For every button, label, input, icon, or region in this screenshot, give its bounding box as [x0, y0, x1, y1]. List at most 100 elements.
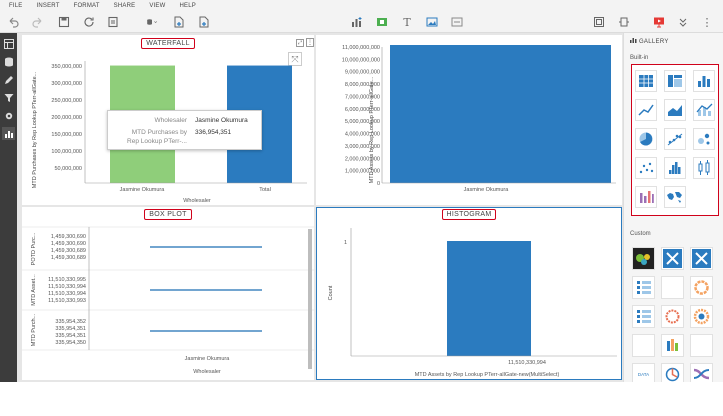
waterfall-icon[interactable]	[635, 186, 657, 208]
insert-chart-icon[interactable]	[350, 15, 364, 29]
insert-html-icon[interactable]	[450, 15, 464, 29]
present-icon[interactable]	[652, 15, 666, 29]
network-alt-icon[interactable]	[690, 247, 713, 270]
row-label: MTD Asset...	[31, 274, 37, 306]
pie-chart-icon[interactable]	[635, 128, 657, 150]
gear-icon[interactable]	[2, 109, 15, 122]
histogram-bar[interactable]	[447, 241, 531, 356]
menu-share[interactable]: SHARE	[114, 3, 136, 9]
row-value: 335,954,350	[55, 340, 86, 346]
row-value: 1,459,300,689	[51, 255, 86, 261]
row-value: 1,459,300,690	[51, 234, 86, 240]
waterfall-panel[interactable]: WATERFALL ⤢ ⋮ ⤧ MTD Purchases by Rep Loo…	[22, 35, 314, 205]
collapse-icon[interactable]	[676, 15, 690, 29]
insert-filter-icon[interactable]	[375, 15, 389, 29]
y-tick: 8,000,000,000	[345, 82, 380, 88]
scatter-icon[interactable]	[635, 157, 657, 179]
blank-alt-icon[interactable]	[632, 334, 655, 357]
tooltip-key: Rep Lookup PTerr-...	[127, 138, 187, 145]
row-label: MTD Purch...	[31, 313, 37, 346]
combo-chart-icon[interactable]	[693, 99, 715, 121]
sunburst-icon[interactable]	[690, 305, 713, 328]
layout-icon[interactable]	[592, 15, 606, 29]
assets-bar[interactable]	[390, 45, 611, 183]
redo-icon[interactable]	[31, 15, 45, 29]
y-tick: 250,000,000	[51, 98, 82, 104]
list-alt-icon[interactable]	[632, 305, 655, 328]
menu-help[interactable]: HELP	[179, 3, 195, 9]
assets-bar-panel[interactable]: MTD Assets by Rep Lookup PTerr-allGate..…	[316, 35, 622, 205]
builtin-label: Built-in	[630, 55, 649, 61]
row-value: 11,510,330,995	[48, 277, 86, 283]
gallery-title: GALLERY	[638, 39, 669, 45]
menu-file[interactable]: FILE	[9, 3, 22, 9]
heatmap-icon[interactable]	[632, 247, 655, 270]
x-tick: Jasmine Okumura	[464, 187, 510, 193]
y-tick: 9,000,000,000	[345, 70, 380, 76]
bubble-icon[interactable]	[693, 128, 715, 150]
database-icon[interactable]	[2, 55, 15, 68]
stacked-bar-icon[interactable]	[661, 334, 684, 357]
menu-format[interactable]: FORMAT	[74, 3, 100, 9]
insert-text-icon[interactable]: T	[400, 15, 414, 29]
menu-insert[interactable]: INSERT	[36, 3, 59, 9]
row-value: 335,954,351	[55, 333, 86, 339]
box-plot-panel[interactable]: BOX PLOT POTD Purc... 1,459,300,690 1,45…	[22, 207, 314, 380]
histogram-panel[interactable]: HISTOGRAM Count 1 11,510,330,994 MTD Ass…	[316, 207, 622, 380]
y-tick: 150,000,000	[51, 132, 82, 138]
save-icon[interactable]	[57, 15, 71, 29]
y-tick: 5,000,000,000	[345, 119, 380, 125]
histogram-ylabel: Count	[328, 285, 334, 300]
tooltip-value: 336,954,351	[195, 129, 232, 136]
blank-icon-2[interactable]	[690, 334, 713, 357]
row-value: 335,954,351	[55, 326, 86, 332]
tooltip-key: Wholesaler	[154, 117, 187, 124]
export-icon[interactable]	[106, 15, 120, 29]
menu-view[interactable]: VIEW	[149, 3, 165, 9]
y-tick: 6,000,000,000	[345, 107, 380, 113]
y-tick: 10,000,000,000	[342, 57, 380, 63]
filter-icon[interactable]	[2, 91, 15, 104]
network-icon[interactable]	[661, 247, 684, 270]
crosstab-icon[interactable]	[664, 70, 686, 92]
chart-gallery-icon[interactable]	[2, 127, 15, 140]
dashboard-canvas: WATERFALL ⤢ ⋮ ⤧ MTD Purchases by Rep Loo…	[17, 33, 623, 382]
y-tick: 7,000,000,000	[345, 94, 380, 100]
y-tick: 1,000,000,000	[345, 169, 380, 175]
map-icon[interactable]	[664, 186, 686, 208]
menu-bar: FILE INSERT FORMAT SHARE VIEW HELP	[0, 0, 723, 11]
pencil-icon[interactable]	[2, 73, 15, 86]
waterfall-ticks: 350,000,000 300,000,000 250,000,000 200,…	[51, 64, 82, 172]
ring-icon[interactable]	[661, 305, 684, 328]
histogram-icon[interactable]	[664, 157, 686, 179]
box-xlabel: Wholesaler	[193, 369, 221, 375]
waterfall-xlabel: Wholesaler	[183, 198, 211, 204]
assets-ylabel: MTD Assets by Rep Lookup PTerr-allGate..…	[369, 76, 375, 183]
scatter-line-icon[interactable]	[664, 128, 686, 150]
insert-image-icon[interactable]	[425, 15, 439, 29]
row-label: POTD Purc...	[31, 232, 37, 265]
box-plot-icon[interactable]	[693, 157, 715, 179]
refresh-icon[interactable]	[82, 15, 96, 29]
area-chart-icon[interactable]	[664, 99, 686, 121]
new-page-icon[interactable]	[172, 15, 186, 29]
custom-label: Custom	[630, 231, 651, 237]
undo-icon[interactable]	[6, 15, 20, 29]
grid-table-icon[interactable]	[635, 70, 657, 92]
gallery-header: GALLERY	[630, 37, 669, 45]
row-value: 11,510,330,994	[48, 284, 86, 290]
row-value: 11,510,330,993	[48, 298, 86, 304]
scrollbar[interactable]	[308, 229, 312, 369]
list-icon[interactable]	[632, 276, 655, 299]
blank-icon[interactable]	[661, 276, 684, 299]
bar-chart-icon[interactable]	[693, 70, 715, 92]
x-tick: 11,510,330,994	[508, 360, 546, 366]
pages-icon[interactable]	[2, 37, 15, 50]
data-source-icon[interactable]	[141, 15, 163, 29]
add-page-icon[interactable]	[197, 15, 211, 29]
line-chart-icon[interactable]	[635, 99, 657, 121]
donut-icon[interactable]	[690, 276, 713, 299]
fit-icon[interactable]	[617, 15, 631, 29]
x-tick: Jasmine Okumura	[185, 356, 231, 362]
more-icon[interactable]: ⋮	[700, 15, 714, 29]
